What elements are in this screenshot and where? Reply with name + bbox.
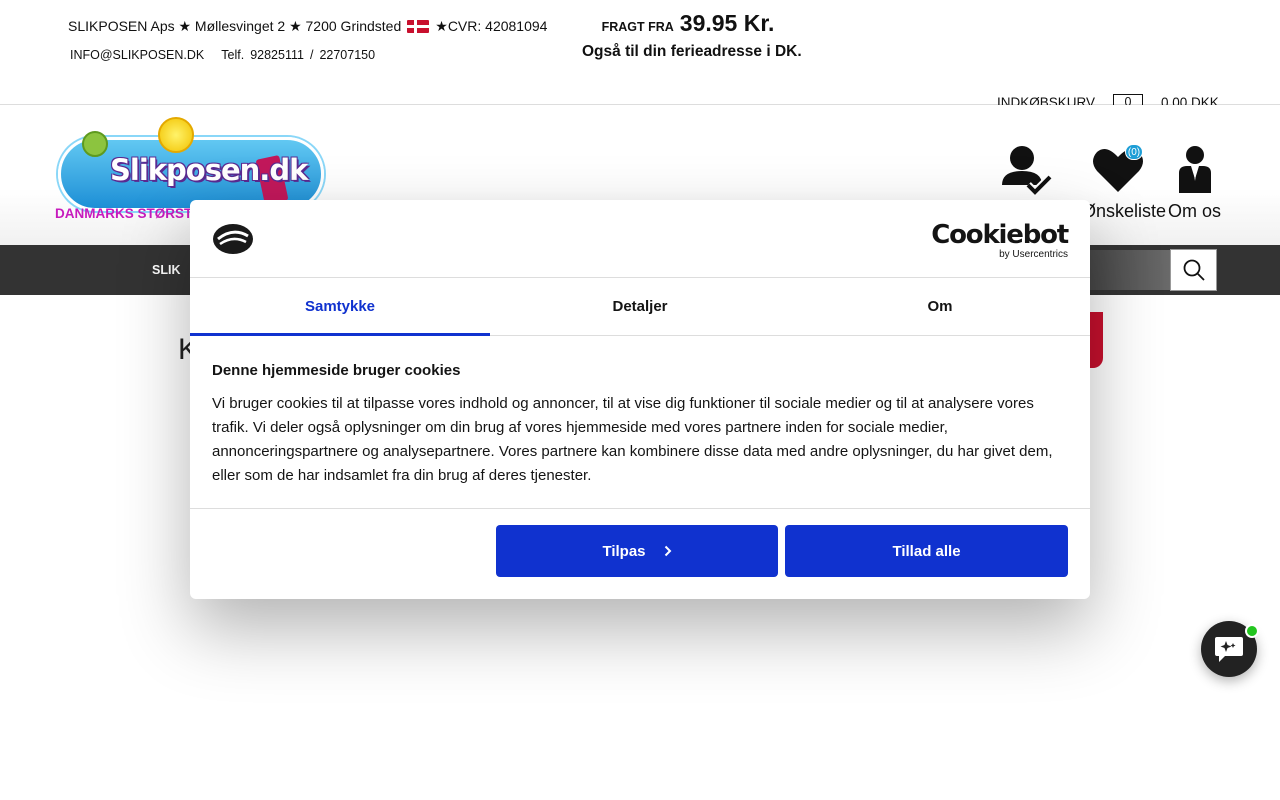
allow-all-button[interactable]: Tillad alle [785,525,1068,577]
wishlist-label[interactable]: Ønskeliste [1082,201,1166,222]
tagline: DANMARKS STØRST [55,206,193,221]
phone-link-1[interactable]: 92825111 [250,48,304,62]
logo-text: Slikposen.dk [110,153,308,187]
cookie-consent-dialog: Cookiebot by Usercentrics Samtykke Detal… [190,200,1090,599]
online-status-dot [1245,624,1259,638]
chat-widget-button[interactable] [1201,621,1259,677]
chevron-right-icon [664,545,671,557]
email-link[interactable]: INFO@SLIKPOSEN.DK [70,48,204,62]
user-check-icon [1002,146,1053,197]
company-cvr: ★CVR: 42081094 [435,18,548,34]
contact-info: INFO@SLIKPOSEN.DK Telf. 92825111 / 22707… [70,48,375,62]
shipping-price: 39.95 Kr. [679,10,775,36]
tab-om[interactable]: Om [790,278,1090,335]
logo-candy-icon [82,131,108,157]
wishlist-count-badge: (0) [1125,144,1144,160]
nav-item-slik[interactable]: SLIK [152,263,180,277]
danish-flag-icon [407,20,430,33]
page: SLIKPOSEN Aps ★ Møllesvinget 2 ★ 7200 Gr… [0,0,1280,800]
top-info-bar: SLIKPOSEN Aps ★ Møllesvinget 2 ★ 7200 Gr… [0,0,1280,105]
tab-detaljer[interactable]: Detaljer [490,278,790,335]
cookiebot-logo[interactable]: Cookiebot by Usercentrics [931,220,1069,260]
search-button[interactable] [1170,249,1217,291]
chat-bubble-icon [1215,637,1243,662]
shipping-info: FRAGT FRA 39.95 Kr. Også til din feriead… [582,10,802,61]
search-icon [1183,259,1205,281]
company-info: SLIKPOSEN Aps ★ Møllesvinget 2 ★ 7200 Gr… [68,18,547,35]
cookie-description: Vi bruger cookies til at tilpasse vores … [212,395,1053,484]
site-logo[interactable]: Slikposen.dk [58,117,324,211]
site-logo-icon [213,224,253,254]
account-button[interactable] [1000,145,1054,197]
cookie-dialog-header: Cookiebot by Usercentrics [190,200,1090,278]
cookie-tabs: Samtykke Detaljer Om [190,278,1090,336]
cookiebot-brand: Cookiebot [931,220,1069,250]
cookie-body: Denne hjemmeside bruger cookies Vi bruge… [212,362,1068,488]
cookie-title: Denne hjemmeside bruger cookies [212,362,461,379]
about-button[interactable]: Om os [1168,145,1221,222]
shipping-subtext: Også til din ferieadresse i DK. [582,43,802,60]
tab-samtykke[interactable]: Samtykke [190,278,490,336]
shipping-label: FRAGT FRA [601,20,674,34]
cookiebot-by-line: by Usercentrics [999,249,1068,260]
phone-label: Telf. [221,48,245,62]
customize-label: Tilpas [602,542,646,560]
allow-all-label: Tillad alle [892,542,961,560]
about-label[interactable]: Om os [1168,201,1221,222]
phone-link-2[interactable]: 22707150 [319,48,375,62]
cookie-footer: Tilpas Tillad alle [190,508,1090,599]
company-address: SLIKPOSEN Aps ★ Møllesvinget 2 ★ 7200 Gr… [68,18,402,34]
person-suit-icon [1178,146,1211,193]
logo-lollipop-icon [158,117,194,153]
customize-button[interactable]: Tilpas [496,525,778,577]
phone-separator: / [309,48,314,62]
